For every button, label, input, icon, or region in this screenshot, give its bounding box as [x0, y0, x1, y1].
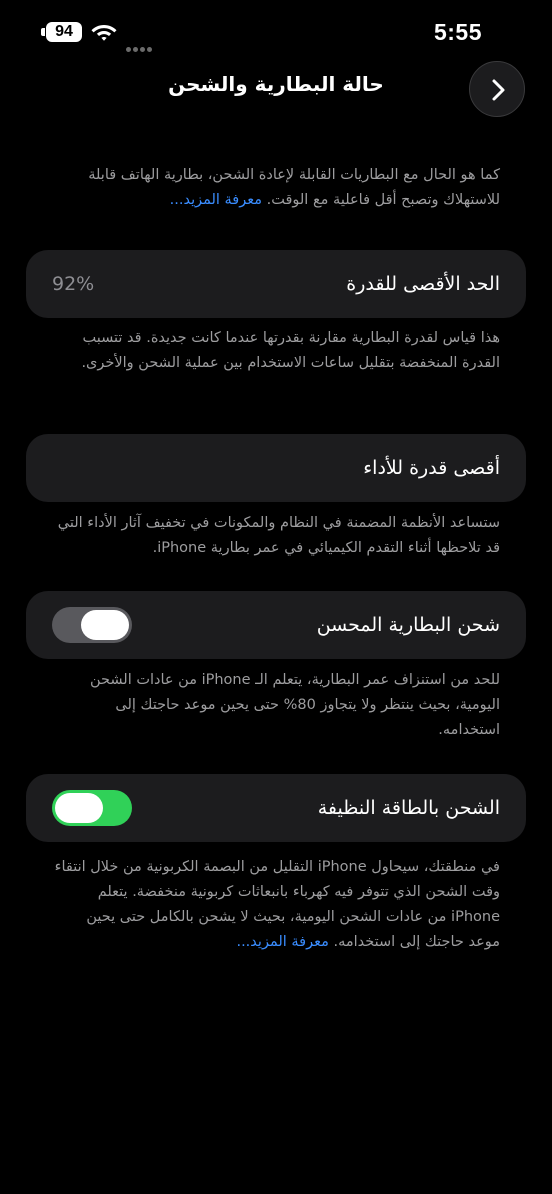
peak-performance-row: أقصى قدرة للأداء [26, 434, 526, 502]
status-time: 5:55 [433, 19, 482, 45]
max-capacity-label: الحد الأقصى للقدرة [346, 273, 500, 295]
optimized-charging-note: للحد من استنزاف عمر البطارية، يتعلم الـ … [89, 672, 500, 738]
status-bar: 94 5:55 [0, 0, 552, 64]
chevron-right-icon [492, 79, 505, 101]
intro-text: كما هو الحال مع البطاريات القابلة لإعادة… [88, 167, 500, 208]
battery-icon: 94 [46, 22, 82, 42]
back-button[interactable] [469, 61, 525, 117]
peak-performance-label: أقصى قدرة للأداء [363, 457, 500, 479]
max-capacity-value: 92% [52, 273, 95, 295]
optimized-charging-row: شحن البطارية المحسن [26, 591, 526, 659]
wifi-icon [91, 25, 117, 41]
battery-cap [41, 28, 45, 36]
clean-energy-label: الشحن بالطاقة النظيفة [317, 797, 500, 819]
clean-energy-toggle[interactable] [52, 790, 132, 826]
max-capacity-note: هذا قياس لقدرة البطارية مقارنة بقدرتها ع… [81, 330, 500, 371]
clean-energy-note: في منطقتك، سيحاول iPhone التقليل من البص… [52, 855, 500, 955]
cellular-signal-icon [126, 37, 158, 52]
max-capacity-row: الحد الأقصى للقدرة 92% [26, 250, 526, 318]
toggle-knob [81, 610, 129, 640]
clean-energy-row: الشحن بالطاقة النظيفة [26, 774, 526, 842]
learn-more-link[interactable]: معرفة المزيد... [170, 192, 262, 208]
intro-note: كما هو الحال مع البطاريات القابلة لإعادة… [52, 163, 500, 213]
learn-more-link[interactable]: معرفة المزيد... [236, 934, 328, 950]
optimized-charging-label: شحن البطارية المحسن [316, 614, 500, 636]
optimized-charging-toggle[interactable] [52, 607, 132, 643]
toggle-knob [55, 793, 103, 823]
peak-performance-note: ستساعد الأنظمة المضمنة في النظام والمكون… [57, 515, 500, 556]
